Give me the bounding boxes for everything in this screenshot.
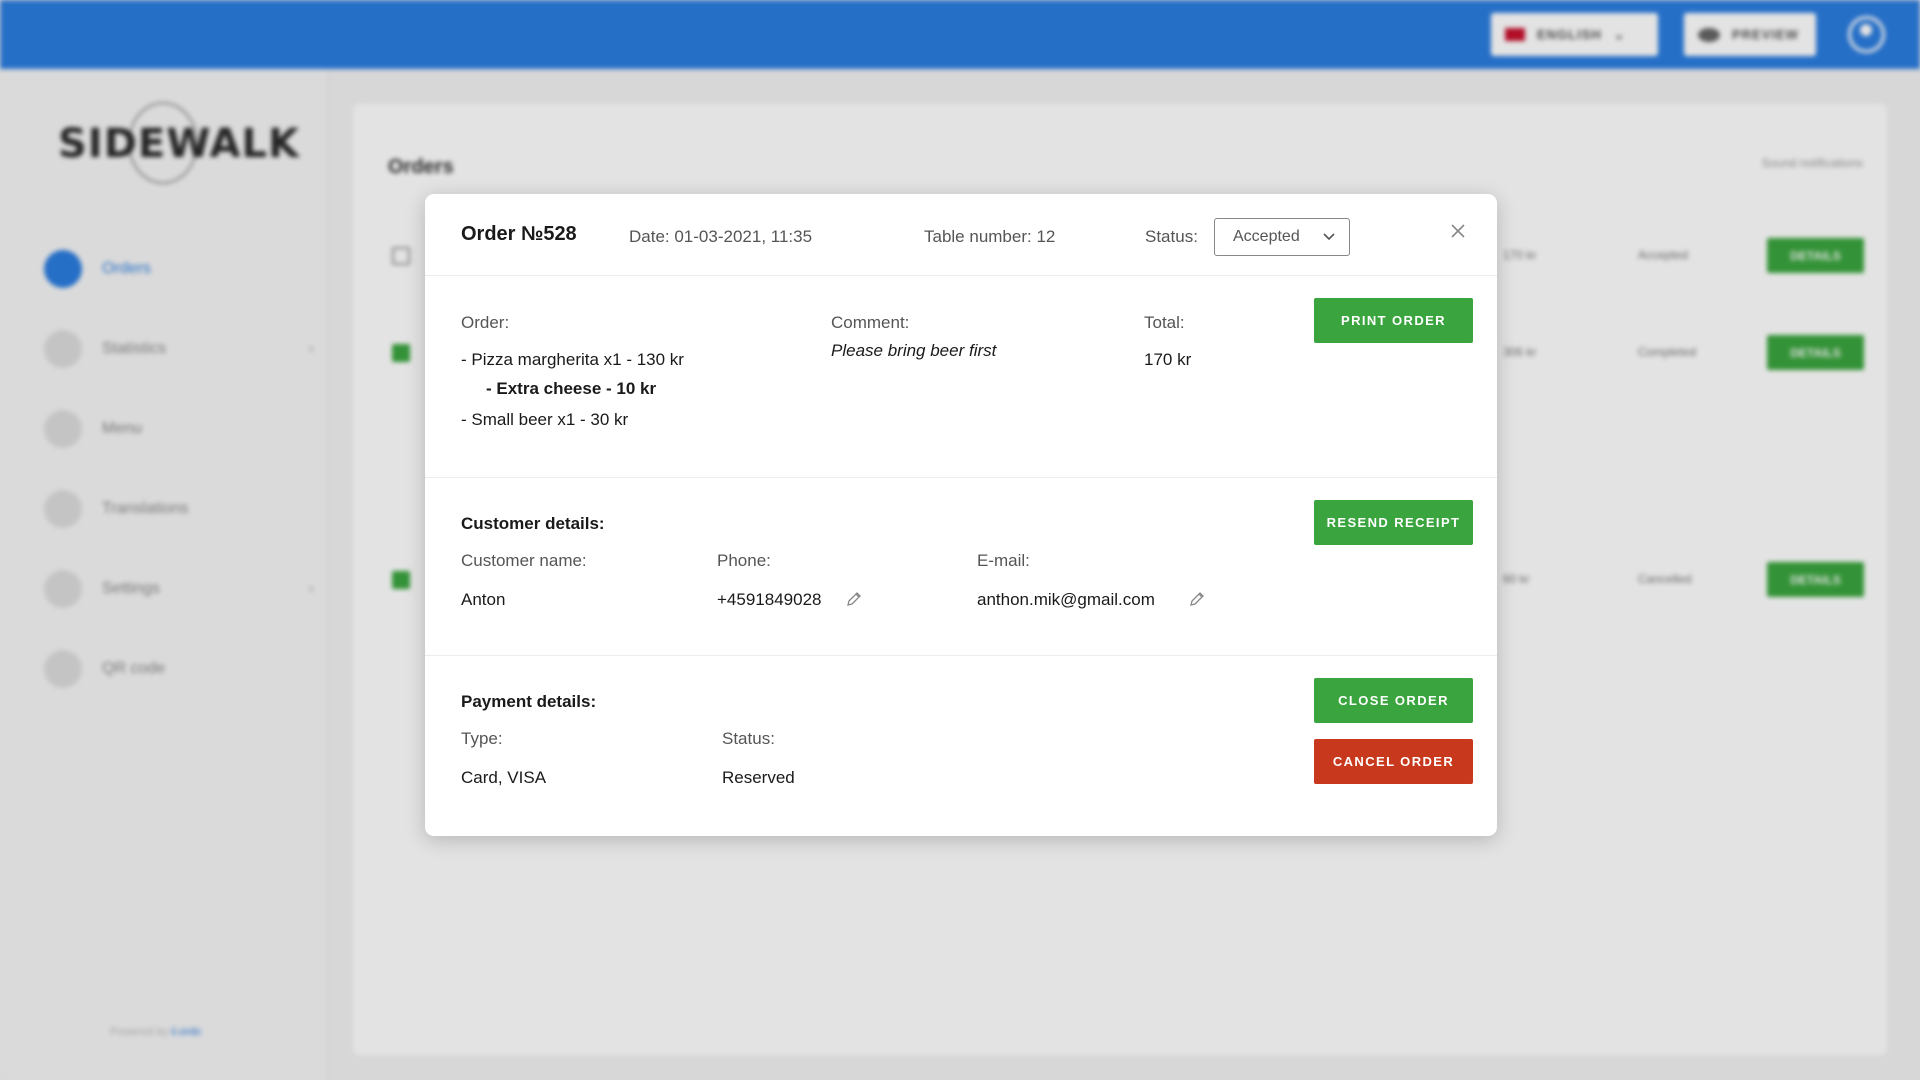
customer-name-label: Customer name:: [461, 551, 587, 570]
status-label: Status:: [1145, 227, 1198, 246]
total-label: Total:: [1144, 313, 1185, 332]
email-label: E-mail:: [977, 551, 1030, 570]
payment-section: Payment details: Type: Card, VISA Status…: [425, 656, 1497, 836]
modal-header: Order №528 Date: 01-03-2021, 11:35 Table…: [425, 194, 1497, 276]
payment-status: Reserved: [722, 768, 795, 787]
status-select[interactable]: Accepted: [1214, 218, 1350, 256]
chevron-down-icon: [1323, 233, 1335, 241]
customer-name: Anton: [461, 590, 506, 609]
payment-status-label: Status:: [722, 729, 775, 748]
comment-label: Comment:: [831, 313, 910, 332]
table-number: Table number: 12: [924, 227, 1056, 246]
customer-section: Customer details: Customer name: Anton P…: [425, 478, 1497, 656]
customer-heading: Customer details:: [461, 514, 605, 533]
resend-receipt-button[interactable]: RESEND RECEIPT: [1314, 500, 1473, 545]
status-select-value: Accepted: [1233, 228, 1300, 245]
order-line: - Pizza margherita x1 - 130 kr: [461, 350, 684, 369]
edit-phone-icon[interactable]: [844, 589, 864, 609]
modal-title: Order №528: [461, 223, 577, 245]
order-date: Date: 01-03-2021, 11:35: [629, 227, 813, 246]
order-label: Order:: [461, 313, 510, 332]
order-line: - Small beer x1 - 30 kr: [461, 410, 629, 429]
cancel-order-button[interactable]: CANCEL ORDER: [1314, 739, 1473, 784]
order-section: Order: - Pizza margherita x1 - 130 kr - …: [425, 276, 1497, 478]
order-line-extra: - Extra cheese - 10 kr: [486, 379, 657, 398]
comment-text: Please bring beer first: [831, 341, 997, 360]
payment-type: Card, VISA: [461, 768, 547, 787]
edit-email-icon[interactable]: [1187, 589, 1207, 609]
payment-type-label: Type:: [461, 729, 503, 748]
phone-label: Phone:: [717, 551, 771, 570]
phone-value: +4591849028: [717, 590, 822, 609]
email-value: anthon.mik@gmail.com: [977, 590, 1155, 609]
total-value: 170 kr: [1144, 350, 1192, 369]
order-details-modal: Order №528 Date: 01-03-2021, 11:35 Table…: [425, 194, 1497, 836]
print-order-button[interactable]: PRINT ORDER: [1314, 298, 1473, 343]
payment-heading: Payment details:: [461, 692, 597, 711]
close-icon[interactable]: [1445, 218, 1471, 244]
close-order-button[interactable]: CLOSE ORDER: [1314, 678, 1473, 723]
